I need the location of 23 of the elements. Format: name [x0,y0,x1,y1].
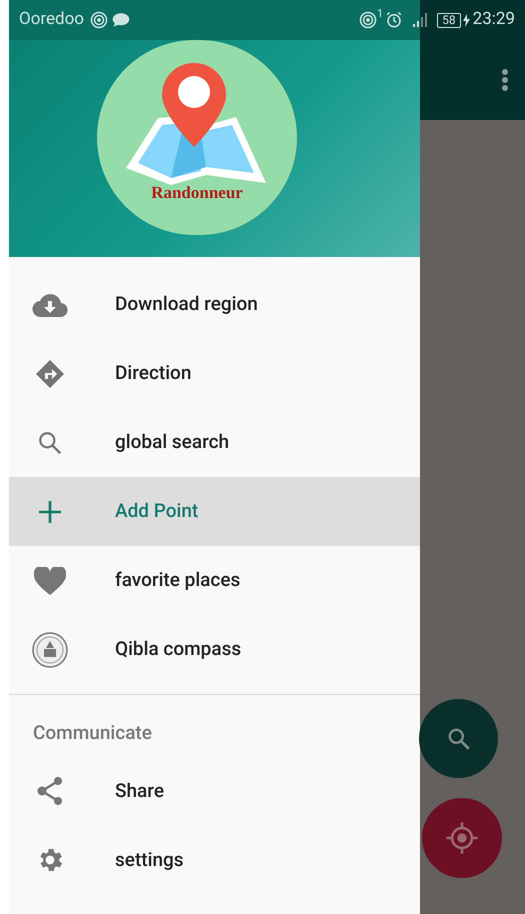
carrier-name: Ooredoo [19,8,84,32]
alarm-icon [385,11,404,29]
chat-icon [112,12,130,28]
heart-icon [34,566,66,594]
search-icon [446,726,472,752]
compass-icon [32,632,68,668]
logo-text: Randonneur [151,182,243,204]
clock: 23:29 [472,8,515,32]
crosshair-icon [445,821,479,855]
charging-icon [462,14,470,26]
battery-level: 58 [437,12,461,28]
more-icon[interactable] [501,68,509,92]
section-title: Communicate [32,720,153,746]
hotspot-icon [90,11,108,29]
search-icon [37,430,63,456]
hotspot-icon [358,11,377,29]
direction-sign-icon [35,358,65,388]
signal-icon [413,13,430,27]
menu-item[interactable]: Add Point [9,477,420,546]
cloud-download-icon [32,292,68,316]
plus-icon [38,500,62,524]
share-icon [36,776,64,806]
hotspot-count: 1 [376,6,384,22]
